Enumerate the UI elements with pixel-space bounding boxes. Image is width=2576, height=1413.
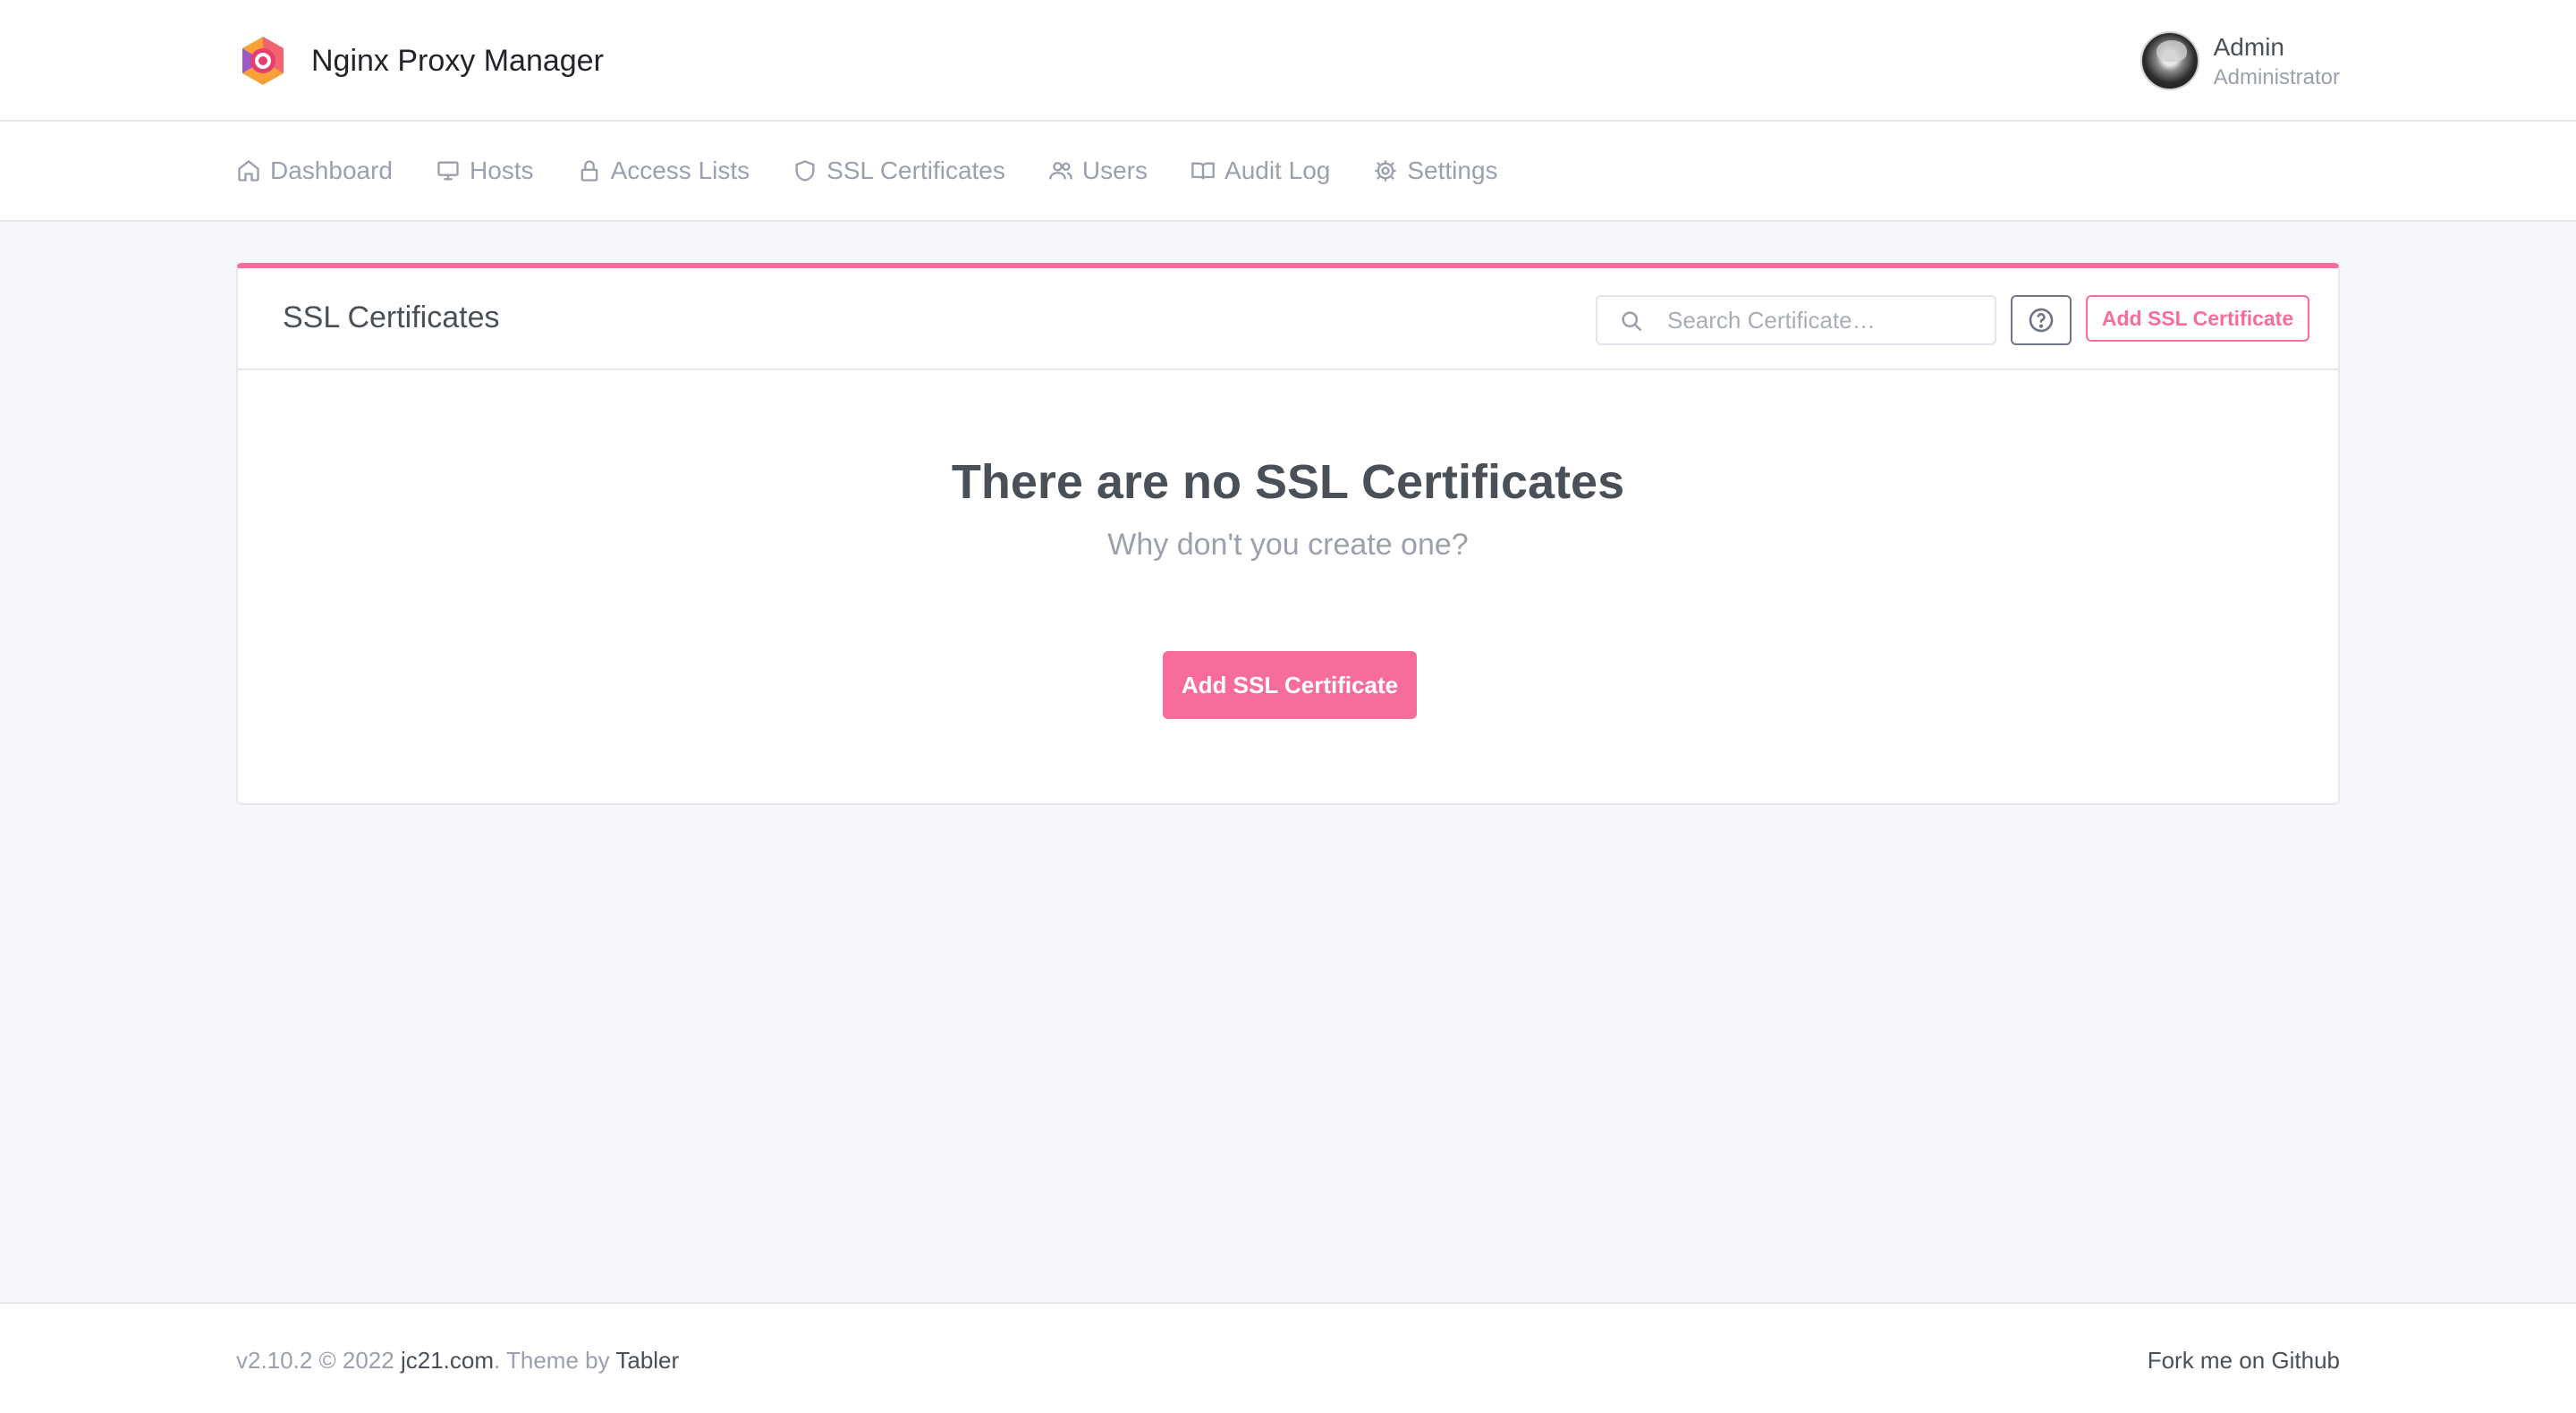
users-icon xyxy=(1049,162,1072,180)
help-circle-icon xyxy=(2029,308,2054,333)
brand[interactable]: Nginx Proxy Manager xyxy=(236,32,604,89)
nav-item-audit-log[interactable]: Audit Log xyxy=(1191,157,1330,185)
gear-icon xyxy=(1375,160,1397,182)
empty-state-title: There are no SSL Certificates xyxy=(951,455,1625,509)
nav-item-label: Audit Log xyxy=(1224,157,1331,184)
nginx-proxy-manager-logo-icon xyxy=(242,37,284,85)
theme-link[interactable]: Tabler xyxy=(615,1347,679,1374)
user-role: Administrator xyxy=(2213,65,2340,89)
theme-prefix-text: . Theme by xyxy=(494,1347,616,1374)
card-title: SSL Certificates xyxy=(283,300,500,334)
main-nav: Dashboard Hosts Access Lists SSL Certifi… xyxy=(0,122,2576,222)
user-name: Admin xyxy=(2213,33,2284,61)
monitor-icon xyxy=(437,161,459,181)
book-icon xyxy=(1191,162,1215,180)
nav-item-users[interactable]: Users xyxy=(1048,157,1148,185)
search-box[interactable] xyxy=(1596,295,1996,345)
search-input[interactable] xyxy=(1667,302,1980,338)
footer: v2.10.2 © 2022 jc21.com. Theme by Tabler… xyxy=(0,1302,2576,1413)
footer-credits: v2.10.2 © 2022 jc21.com. Theme by Tabler xyxy=(236,1347,679,1375)
nav-items: Dashboard Hosts Access Lists SSL Certifi… xyxy=(236,122,1541,220)
empty-state-add-button[interactable]: Add SSL Certificate xyxy=(1163,651,1417,719)
nav-item-ssl-certificates[interactable]: SSL Certificates xyxy=(792,157,1005,185)
version-text: v2.10.2 © 2022 xyxy=(236,1347,401,1374)
help-button[interactable] xyxy=(2011,295,2072,345)
nav-item-label: Hosts xyxy=(469,157,534,184)
shield-icon xyxy=(795,160,815,182)
fork-github-link[interactable]: Fork me on Github xyxy=(2148,1347,2340,1375)
company-link[interactable]: jc21.com xyxy=(401,1347,494,1374)
nav-item-label: Users xyxy=(1081,157,1148,184)
nav-item-label: SSL Certificates xyxy=(826,157,1005,184)
user-menu[interactable]: Admin Administrator xyxy=(2140,30,2340,91)
nav-item-settings[interactable]: Settings xyxy=(1373,157,1498,185)
nav-item-access-lists[interactable]: Access Lists xyxy=(577,157,750,185)
nav-item-hosts[interactable]: Hosts xyxy=(436,157,534,185)
nav-item-label: Settings xyxy=(1407,157,1498,184)
empty-state-subtitle: Why don't you create one? xyxy=(1107,528,1469,562)
search-icon xyxy=(1619,309,1644,334)
app-name: Nginx Proxy Manager xyxy=(311,43,604,78)
nav-item-label: Access Lists xyxy=(610,157,750,184)
add-ssl-certificate-button[interactable]: Add SSL Certificate xyxy=(2086,295,2309,342)
nav-item-dashboard[interactable]: Dashboard xyxy=(236,157,393,185)
page: Nginx Proxy Manager Admin Administrator … xyxy=(0,0,2576,1413)
avatar[interactable] xyxy=(2140,31,2199,90)
user-info: Admin Administrator xyxy=(2214,30,2340,91)
nav-item-label: Dashboard xyxy=(270,157,393,184)
ssl-certificates-card: SSL Certificates Add SSL Certificate The… xyxy=(236,263,2340,805)
home-icon xyxy=(238,160,259,182)
card-header: SSL Certificates Add SSL Certificate xyxy=(238,268,2338,370)
lock-icon xyxy=(580,160,597,182)
top-header: Nginx Proxy Manager Admin Administrator xyxy=(0,0,2576,122)
